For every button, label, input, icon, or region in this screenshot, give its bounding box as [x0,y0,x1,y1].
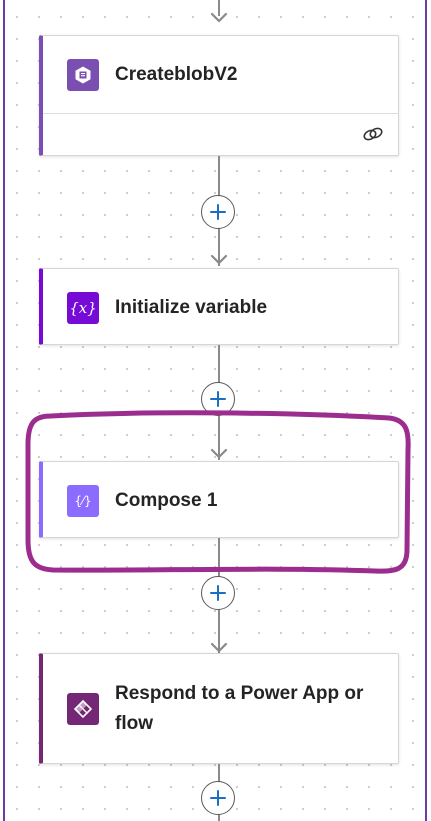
action-title: Respond to a Power App or flow [115,682,364,734]
action-title: Compose 1 [115,489,218,511]
action-title: Initialize variable [115,296,268,318]
add-step-button[interactable] [201,576,235,610]
plus-icon [210,391,226,407]
add-step-button[interactable] [201,195,235,229]
variable-icon: {x} [67,291,99,324]
action-title: CreateblobV2 [115,63,238,85]
link-icon[interactable] [362,126,384,142]
action-card-respond-to-power-app[interactable]: Respond to a Power App or flow [39,653,399,764]
action-card-createblobv2[interactable]: CreateblobV2 [39,35,399,156]
plus-icon [210,585,226,601]
compose-icon: {⁄} [67,484,99,517]
power-apps-icon [67,692,99,725]
blob-storage-icon [67,58,99,91]
card-footer [43,113,398,157]
action-card-initialize-variable[interactable]: {x} Initialize variable [39,268,399,345]
plus-icon [210,204,226,220]
plus-icon [210,790,226,806]
add-step-button[interactable] [201,382,235,416]
add-step-button[interactable] [201,781,235,815]
arrow-down-icon [210,12,228,23]
arrow-down-icon [210,448,228,459]
arrow-down-icon [210,254,228,265]
action-card-compose-1[interactable]: {⁄} Compose 1 [39,461,399,538]
